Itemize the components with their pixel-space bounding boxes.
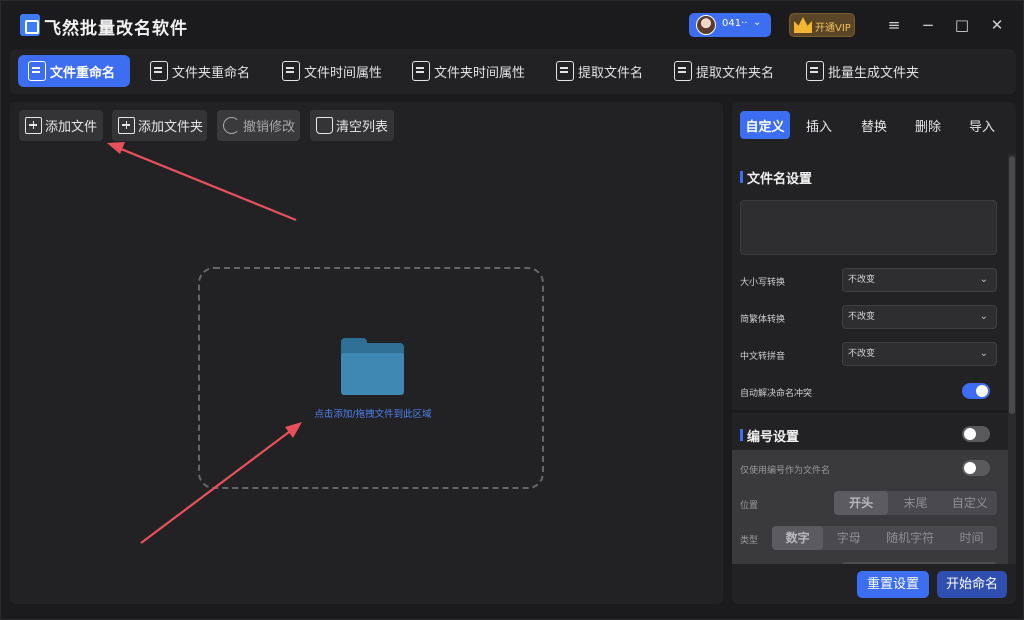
tab-import[interactable]: 导入 [957, 111, 1007, 139]
upload-file-icon [674, 61, 692, 81]
position-option-custom[interactable]: 自定义 [943, 491, 997, 515]
tab-batch-create-folders[interactable]: 批量生成文件夹 [796, 55, 931, 87]
tab-file-rename[interactable]: 文件重命名 [18, 55, 130, 87]
tab-extract-filename[interactable]: 提取文件名 [546, 55, 651, 87]
basket-icon [316, 117, 333, 134]
position-option-start[interactable]: 开头 [834, 491, 889, 515]
auto-resolve-toggle[interactable] [962, 383, 990, 399]
tab-label: 提取文件名 [578, 65, 644, 81]
add-folder-label: 添加文件夹 [138, 120, 204, 135]
tab-extract-foldername[interactable]: 提取文件夹名 [664, 55, 784, 87]
folder-clock-icon [412, 61, 430, 81]
numbering-options-disabled: 仅使用编号作为文件名 位置 开头 末尾 自定义 类型 数字 字母 随机字符 时间 [732, 450, 1008, 564]
add-file-icon [25, 117, 42, 134]
user-name: 041·· [722, 18, 748, 29]
start-rename-button[interactable]: 开始命名 [937, 571, 1007, 598]
clear-list-button[interactable]: 清空列表 [310, 110, 394, 141]
reset-settings-button[interactable]: 重置设置 [857, 571, 929, 598]
add-file-label: 添加文件 [45, 120, 98, 135]
folder-icon [341, 338, 404, 395]
settings-footer: 重置设置 开始命名 [732, 564, 1016, 604]
app-window: 飞然批量改名软件 041·· ⌄ 开通VIP ≡ − □ ✕ 文件重命名 文件夹… [0, 0, 1024, 620]
file-list-panel: 添加文件 添加文件夹 撤销修改 清空列表 点击添加/拖拽文件到此区域 [10, 102, 723, 604]
user-account-button[interactable]: 041·· ⌄ [689, 13, 771, 37]
tab-label: 文件重命名 [50, 65, 116, 81]
auto-resolve-label: 自动解决命名冲突 [740, 389, 813, 399]
filename-input[interactable] [740, 200, 997, 255]
filename-settings-title: 文件名设置 [740, 168, 812, 187]
app-title: 飞然批量改名软件 [44, 19, 188, 39]
function-tab-bar: 文件重命名 文件夹重命名 文件时间属性 文件夹时间属性 提取文件名 提取文件夹名… [10, 49, 1016, 94]
position-option-end[interactable]: 末尾 [888, 491, 942, 515]
tab-delete[interactable]: 删除 [903, 111, 953, 139]
chevron-down-icon: ⌄ [753, 17, 762, 28]
case-convert-label: 大小写转换 [740, 278, 786, 288]
chevron-down-icon: ⌄ [979, 274, 988, 285]
maximize-button[interactable]: □ [950, 13, 974, 37]
settings-scroll-area: 文件名设置 大小写转换 不改变 ⌄ 简繁体转换 不改变 ⌄ 中文转拼音 不改变 … [732, 154, 1016, 564]
close-button[interactable]: ✕ [985, 13, 1009, 37]
settings-scroll-thumb[interactable] [1009, 156, 1015, 414]
numbering-settings-title: 编号设置 [740, 426, 799, 445]
tab-label: 文件时间属性 [304, 65, 383, 81]
type-segmented-control[interactable]: 数字 字母 随机字符 时间 [772, 526, 997, 550]
avatar [696, 15, 716, 35]
tab-folder-time-attr[interactable]: 文件夹时间属性 [402, 55, 537, 87]
menu-icon[interactable]: ≡ [882, 13, 906, 37]
only-number-label: 仅使用编号作为文件名 [740, 466, 831, 476]
tab-label: 提取文件夹名 [696, 65, 775, 81]
undo-button[interactable]: 撤销修改 [217, 110, 300, 141]
tab-label: 文件夹时间属性 [434, 65, 526, 81]
tab-insert[interactable]: 插入 [794, 111, 844, 139]
tab-file-time-attr[interactable]: 文件时间属性 [272, 55, 387, 87]
position-label: 位置 [740, 501, 759, 511]
numbering-toggle[interactable] [962, 426, 990, 442]
chevron-down-icon: ⌄ [979, 311, 988, 322]
pinyin-select[interactable]: 不改变 ⌄ [842, 342, 997, 366]
type-option-random[interactable]: 随机字符 [874, 526, 946, 550]
simp-trad-select[interactable]: 不改变 ⌄ [842, 305, 997, 329]
add-file-button[interactable]: 添加文件 [19, 110, 103, 141]
type-label: 类型 [740, 536, 759, 546]
simp-trad-value: 不改变 [848, 312, 876, 322]
case-convert-select[interactable]: 不改变 ⌄ [842, 268, 997, 292]
simp-trad-label: 简繁体转换 [740, 315, 786, 325]
undo-icon [223, 117, 240, 134]
vip-label: 开通VIP [815, 23, 851, 34]
tab-label: 批量生成文件夹 [828, 65, 920, 81]
app-logo-icon [20, 14, 40, 36]
add-folder-icon [118, 117, 135, 134]
tab-replace[interactable]: 替换 [849, 111, 899, 139]
add-folder-button[interactable]: 添加文件夹 [112, 110, 207, 141]
pinyin-value: 不改变 [848, 349, 876, 359]
title-bar: 飞然批量改名软件 041·· ⌄ 开通VIP ≡ − □ ✕ [1, 1, 1024, 49]
type-option-letter[interactable]: 字母 [823, 526, 874, 550]
chevron-down-icon: ⌄ [979, 348, 988, 359]
pinyin-label: 中文转拼音 [740, 352, 786, 362]
drop-hint-text[interactable]: 点击添加/拖拽文件到此区域 [200, 406, 546, 420]
extract-file-icon [556, 61, 574, 81]
file-clock-icon [282, 61, 300, 81]
file-rename-icon [28, 61, 46, 81]
section-divider [732, 410, 1016, 413]
gear-file-icon [806, 61, 824, 81]
file-drop-zone[interactable]: 点击添加/拖拽文件到此区域 [198, 267, 544, 489]
type-option-time[interactable]: 时间 [946, 526, 997, 550]
undo-label: 撤销修改 [243, 120, 296, 135]
crown-icon [794, 17, 812, 33]
tab-custom[interactable]: 自定义 [740, 111, 790, 139]
settings-panel: 自定义 插入 替换 删除 导入 文件名设置 大小写转换 不改变 ⌄ 简繁体转换 … [732, 102, 1016, 604]
only-number-toggle[interactable] [962, 460, 990, 476]
position-segmented-control[interactable]: 开头 末尾 自定义 [834, 491, 997, 515]
minimize-button[interactable]: − [916, 13, 940, 37]
clear-list-label: 清空列表 [336, 120, 389, 135]
type-option-number[interactable]: 数字 [772, 526, 824, 550]
terminal-icon [150, 61, 168, 81]
case-convert-value: 不改变 [848, 275, 876, 285]
open-vip-button[interactable]: 开通VIP [789, 13, 855, 37]
tab-label: 文件夹重命名 [172, 65, 251, 81]
tab-folder-rename[interactable]: 文件夹重命名 [140, 55, 260, 87]
